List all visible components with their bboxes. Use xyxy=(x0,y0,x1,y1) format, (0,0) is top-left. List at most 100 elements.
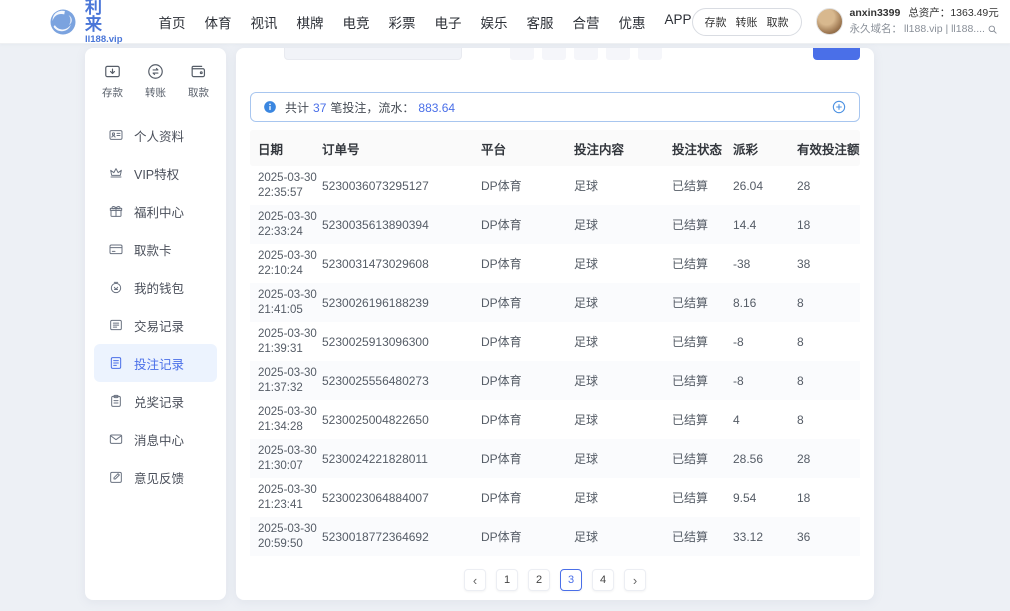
cell-bet-content: 足球 xyxy=(574,294,672,311)
quick-action-label: 转账 xyxy=(145,85,166,100)
nav-item[interactable]: 电子 xyxy=(435,12,462,32)
user-avatar[interactable] xyxy=(816,8,843,35)
filter-quick-tab[interactable] xyxy=(542,48,566,60)
table-row: 2025-03-30 21:37:32 5230025556480273 DP体… xyxy=(250,361,860,400)
cell-payout: 26.04 xyxy=(733,179,797,193)
cell-payout: 8.16 xyxy=(733,296,797,310)
expand-plus-icon[interactable] xyxy=(831,99,847,115)
assets-label: 总资产： xyxy=(908,7,950,19)
sidebar-menu-item[interactable]: 投注记录 xyxy=(94,344,217,382)
cell-status: 已结算 xyxy=(672,450,733,467)
top-navbar: 利 来 ll188.vip 首页 体育 视讯 棋牌 电竞 彩票 电子 娱乐 xyxy=(0,0,1010,44)
search-icon[interactable] xyxy=(987,24,998,35)
betrecord-icon xyxy=(108,355,124,371)
filter-quick-tab[interactable] xyxy=(510,48,534,60)
idcard-icon xyxy=(108,127,124,143)
sidebar-menu-item[interactable]: 取款卡 xyxy=(94,230,217,268)
nav-item[interactable]: 电竞 xyxy=(343,12,370,32)
wallet-pill-item[interactable]: 存款 xyxy=(705,14,727,30)
nav-item[interactable]: 彩票 xyxy=(389,12,416,32)
page-number-button[interactable]: 2 xyxy=(528,569,550,591)
nav-item[interactable]: 合营 xyxy=(573,12,600,32)
cell-order-number: 5230036073295127 xyxy=(322,179,481,193)
cell-status: 已结算 xyxy=(672,489,733,506)
table-row: 2025-03-30 21:39:31 5230025913096300 DP体… xyxy=(250,322,860,361)
sidebar-menu-label: 交易记录 xyxy=(134,316,184,335)
cell-bet-content: 足球 xyxy=(574,216,672,233)
cell-date: 2025-03-30 20:59:50 xyxy=(258,522,322,552)
sidebar-menu-label: 意见反馈 xyxy=(134,468,184,487)
cell-valid-amount: 8 xyxy=(797,296,860,310)
sidebar-menu-item[interactable]: 消息中心 xyxy=(94,420,217,458)
quick-action[interactable]: 转账 xyxy=(145,62,166,100)
sidebar-menu-item[interactable]: VIP特权 xyxy=(94,154,217,192)
sidebar-quick-actions: 存款 转账 取款 xyxy=(85,48,226,104)
filter-quick-tab[interactable] xyxy=(574,48,598,60)
table-header-cell: 投注内容 xyxy=(574,139,672,158)
nav-item[interactable]: 棋牌 xyxy=(297,12,324,32)
filter-query-button[interactable] xyxy=(813,48,860,60)
cell-order-number: 5230026196188239 xyxy=(322,296,481,310)
page-number-button[interactable]: 1 xyxy=(496,569,518,591)
cell-platform: DP体育 xyxy=(481,489,574,506)
filter-quick-tab[interactable] xyxy=(638,48,662,60)
cell-date-day: 2025-03-30 xyxy=(258,483,322,498)
bankcard-icon xyxy=(108,241,124,257)
sidebar-menu-item[interactable]: 我的钱包 xyxy=(94,268,217,306)
cell-date-time: 22:35:57 xyxy=(258,186,322,201)
wallet-pill-item[interactable]: 转账 xyxy=(736,14,758,30)
sidebar-menu-item[interactable]: 交易记录 xyxy=(94,306,217,344)
gift-icon xyxy=(108,203,124,219)
page-buttons: 1 2 3 4 xyxy=(496,569,614,591)
cell-payout: -38 xyxy=(733,257,797,271)
cell-date-day: 2025-03-30 xyxy=(258,522,322,537)
info-icon xyxy=(263,100,277,114)
cell-status: 已结算 xyxy=(672,372,733,389)
quick-action[interactable]: 存款 xyxy=(102,62,123,100)
table-row: 2025-03-30 21:23:41 5230023064884007 DP体… xyxy=(250,478,860,517)
brand-logo[interactable]: 利 来 ll188.vip xyxy=(48,0,123,44)
nav-item[interactable]: 优惠 xyxy=(619,12,646,32)
filter-quick-tab[interactable] xyxy=(606,48,630,60)
wallet-pill-item[interactable]: 取款 xyxy=(767,14,789,30)
table-body: 2025-03-30 22:35:57 5230036073295127 DP体… xyxy=(250,166,860,556)
cell-bet-content: 足球 xyxy=(574,450,672,467)
nav-item[interactable]: 首页 xyxy=(159,12,186,32)
cell-date-day: 2025-03-30 xyxy=(258,366,322,381)
nav-item[interactable]: 客服 xyxy=(527,12,554,32)
sidebar-menu-item[interactable]: 福利中心 xyxy=(94,192,217,230)
user-line-domain: 永久域名： ll188.vip | ll188.... xyxy=(850,22,999,37)
nav-item[interactable]: 娱乐 xyxy=(481,12,508,32)
cell-status: 已结算 xyxy=(672,216,733,233)
page-number-button[interactable]: 4 xyxy=(592,569,614,591)
withdraw-icon xyxy=(189,62,208,81)
cell-bet-content: 足球 xyxy=(574,528,672,545)
prev-page-button[interactable]: ‹ xyxy=(464,569,486,591)
table-row: 2025-03-30 22:33:24 5230035613890394 DP体… xyxy=(250,205,860,244)
domain-value: ll188.vip | ll188.... xyxy=(904,22,985,37)
cell-bet-content: 足球 xyxy=(574,177,672,194)
cell-valid-amount: 36 xyxy=(797,530,860,544)
cell-order-number: 5230031473029608 xyxy=(322,257,481,271)
cell-status: 已结算 xyxy=(672,255,733,272)
pagination: ‹ 1 2 3 4 › xyxy=(236,569,874,591)
sidebar-menu-item[interactable]: 意见反馈 xyxy=(94,458,217,496)
table-row: 2025-03-30 21:41:05 5230026196188239 DP体… xyxy=(250,283,860,322)
sidebar-menu-label: 取款卡 xyxy=(134,240,172,259)
next-page-button[interactable]: › xyxy=(624,569,646,591)
nav-item[interactable]: APP xyxy=(665,12,692,32)
user-box[interactable]: anxin3399总资产：1363.49元 永久域名： ll188.vip | … xyxy=(816,6,999,36)
filter-label xyxy=(250,48,284,52)
nav-item[interactable]: 体育 xyxy=(205,12,232,32)
cell-valid-amount: 8 xyxy=(797,335,860,349)
cell-platform: DP体育 xyxy=(481,528,574,545)
summary-middle: 笔投注，流水： xyxy=(330,101,414,115)
page-number-button[interactable]: 3 xyxy=(560,569,582,591)
sidebar-menu-item[interactable]: 兑奖记录 xyxy=(94,382,217,420)
filter-date-input[interactable] xyxy=(284,48,462,60)
nav-item[interactable]: 视讯 xyxy=(251,12,278,32)
summary-bar: 共计37笔投注，流水：883.64 xyxy=(250,92,860,122)
sidebar-menu-item[interactable]: 个人资料 xyxy=(94,116,217,154)
cell-valid-amount: 28 xyxy=(797,179,860,193)
quick-action[interactable]: 取款 xyxy=(188,62,209,100)
